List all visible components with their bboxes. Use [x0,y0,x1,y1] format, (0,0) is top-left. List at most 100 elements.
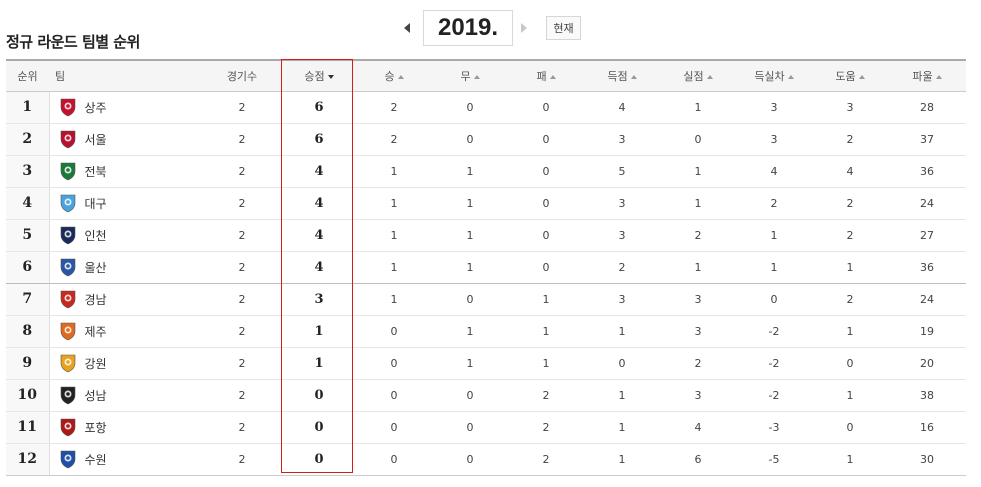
team-name[interactable]: 강원 [85,355,107,372]
goals-against-cell: 6 [660,443,736,476]
loss-cell: 2 [508,411,584,444]
goals-for-cell: 3 [584,187,660,220]
team-name[interactable]: 성남 [85,387,107,404]
win-cell: 2 [356,123,432,156]
fouls-cell: 28 [888,91,966,124]
header-fouls-sort[interactable]: 파울 [888,59,966,92]
points-cell: 6 [282,91,356,124]
win-cell: 0 [356,411,432,444]
goal-diff-cell: -2 [736,315,812,348]
goal-diff-cell: 3 [736,123,812,156]
goals-against-cell: 1 [660,251,736,284]
team-name[interactable]: 인천 [85,227,107,244]
loss-cell: 1 [508,283,584,316]
assists-cell: 2 [812,219,888,252]
sort-icon [787,74,794,79]
gangwon-emblem-icon [58,353,78,373]
goals-for-cell: 5 [584,155,660,188]
jeju-emblem-icon [58,321,78,341]
goals-against-cell: 1 [660,187,736,220]
rank-cell: 3 [6,155,50,188]
games-cell: 2 [202,283,282,316]
sort-icon [935,74,942,79]
header-goal-diff-sort[interactable]: 득실차 [736,59,812,92]
header-points-sort[interactable]: 승점 [282,59,356,92]
team-name[interactable]: 서울 [85,131,107,148]
team-cell: 울산 [49,251,202,284]
team-name[interactable]: 제주 [85,323,107,340]
points-cell: 3 [282,283,356,316]
games-cell: 2 [202,91,282,124]
team-name[interactable]: 전북 [85,163,107,180]
goals-for-cell: 1 [584,443,660,476]
games-cell: 2 [202,411,282,444]
team-name[interactable]: 수원 [85,451,107,468]
team-cell: 경남 [49,283,202,316]
fouls-cell: 19 [888,315,966,348]
rank-cell: 6 [6,251,50,284]
win-cell: 0 [356,347,432,380]
goals-against-cell: 1 [660,155,736,188]
goals-for-cell: 1 [584,315,660,348]
seoul-emblem-icon [58,129,78,149]
header-assists-sort[interactable]: 도움 [812,59,888,92]
loss-cell: 0 [508,155,584,188]
goal-diff-cell: 1 [736,219,812,252]
table-row: 9 강원 2 1 0 1 1 0 2 -2 0 20 [6,347,966,380]
points-cell: 6 [282,123,356,156]
draw-cell: 0 [432,283,508,316]
header-win-sort[interactable]: 승 [356,59,432,92]
goals-for-cell: 3 [584,283,660,316]
rank-cell: 5 [6,219,50,252]
fouls-cell: 24 [888,283,966,316]
points-cell: 1 [282,347,356,380]
header-goals-for-sort[interactable]: 득점 [584,59,660,92]
suwon-emblem-icon [58,449,78,469]
assists-cell: 1 [812,251,888,284]
next-year-arrow-icon[interactable] [521,23,527,33]
assists-cell: 2 [812,187,888,220]
games-cell: 2 [202,379,282,412]
team-name[interactable]: 상주 [85,99,107,116]
games-cell: 2 [202,251,282,284]
loss-cell: 2 [508,379,584,412]
header-loss-sort[interactable]: 패 [508,59,584,92]
header-draw-sort[interactable]: 무 [432,59,508,92]
table-row: 5 인천 2 4 1 1 0 3 2 1 2 27 [6,219,966,252]
draw-cell: 0 [432,91,508,124]
win-cell: 1 [356,251,432,284]
points-cell: 0 [282,379,356,412]
draw-cell: 0 [432,379,508,412]
team-name[interactable]: 대구 [85,195,107,212]
games-cell: 2 [202,187,282,220]
fouls-cell: 30 [888,443,966,476]
rank-cell: 8 [6,315,50,348]
assists-cell: 0 [812,347,888,380]
team-cell: 강원 [49,347,202,380]
fouls-cell: 16 [888,411,966,444]
team-name[interactable]: 울산 [85,259,107,276]
loss-cell: 0 [508,91,584,124]
goals-against-cell: 4 [660,411,736,444]
points-cell: 4 [282,155,356,188]
goal-diff-cell: -2 [736,379,812,412]
gyeongnam-emblem-icon [58,289,78,309]
assists-cell: 4 [812,155,888,188]
jeonbuk-emblem-icon [58,161,78,181]
table-row: 6 울산 2 4 1 1 0 2 1 1 1 36 [6,251,966,284]
current-year-button[interactable]: 현재 [546,16,581,40]
team-cell: 수원 [49,443,202,476]
draw-cell: 0 [432,443,508,476]
table-row: 2 서울 2 6 2 0 0 3 0 3 2 37 [6,123,966,156]
previous-year-arrow-icon[interactable] [404,23,410,33]
team-name[interactable]: 포항 [85,419,107,436]
win-cell: 0 [356,315,432,348]
header-goals-against-sort[interactable]: 실점 [660,59,736,92]
table-row: 4 대구 2 4 1 1 0 3 1 2 2 24 [6,187,966,220]
year-display: 2019. [423,10,513,46]
draw-cell: 0 [432,123,508,156]
assists-cell: 2 [812,283,888,316]
sangju-emblem-icon [58,97,78,117]
games-cell: 2 [202,155,282,188]
team-name[interactable]: 경남 [85,291,107,308]
